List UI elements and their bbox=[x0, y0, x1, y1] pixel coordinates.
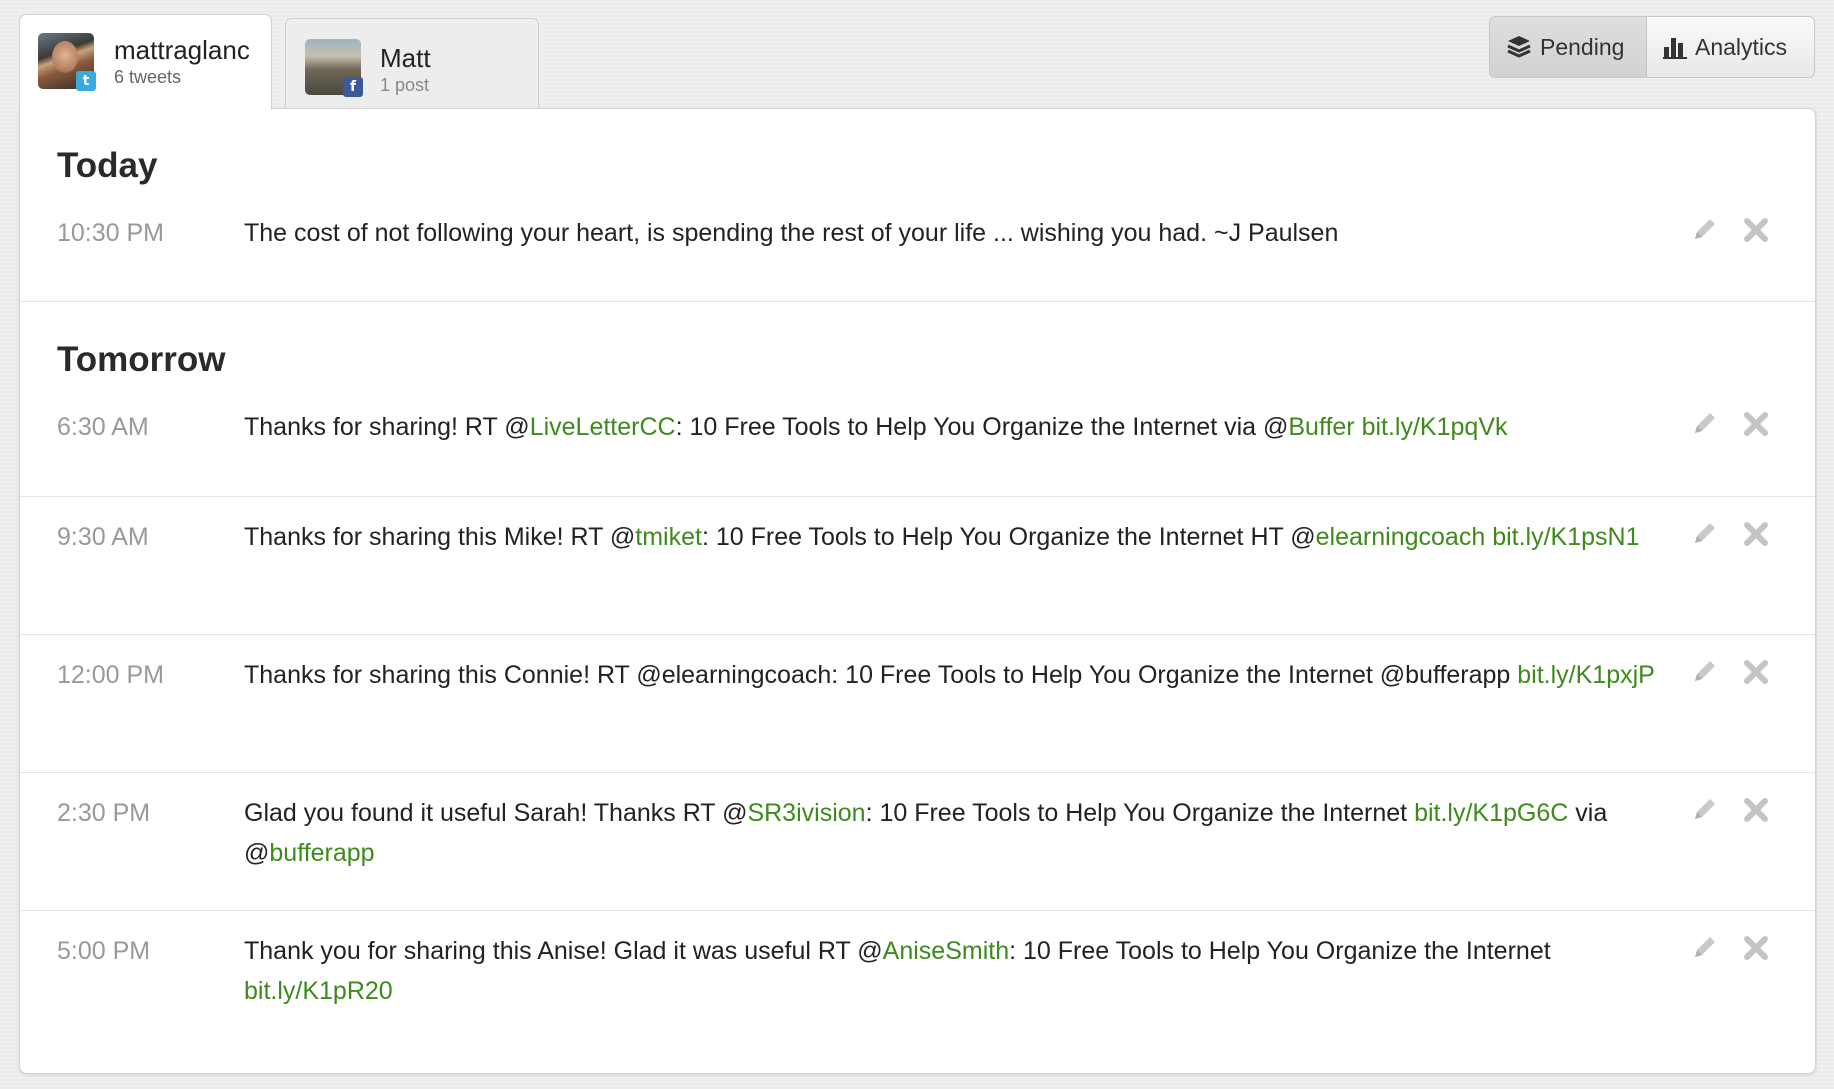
account-name: Matt bbox=[380, 43, 431, 73]
post-text-segment: Thanks for sharing this Mike! RT @ bbox=[244, 523, 636, 551]
post-link[interactable]: bit.ly/K1pqVk bbox=[1362, 413, 1508, 441]
post-text-segment: Glad you found it useful Sarah! Thanks R… bbox=[244, 799, 748, 827]
account-count: 6 tweets bbox=[114, 67, 182, 87]
post-row: 10:30 PM The cost of not following your … bbox=[20, 207, 1815, 302]
post-text: Thanks for sharing this Mike! RT @tmiket… bbox=[244, 517, 1664, 557]
post-row: 9:30 AM Thanks for sharing this Mike! RT… bbox=[20, 497, 1815, 635]
post-link[interactable]: tmiket bbox=[635, 523, 702, 551]
post-text: Thanks for sharing this Connie! RT @elea… bbox=[244, 655, 1664, 695]
post-text: Glad you found it useful Sarah! Thanks R… bbox=[244, 793, 1664, 873]
pencil-icon[interactable] bbox=[1689, 933, 1719, 963]
close-icon[interactable] bbox=[1741, 933, 1771, 963]
post-link[interactable]: AniseSmith bbox=[883, 937, 1009, 965]
post-link[interactable]: SR3ivision bbox=[747, 799, 865, 827]
post-link[interactable]: bit.ly/K1pxjP bbox=[1517, 661, 1655, 689]
post-text-segment: : 10 Free Tools to Help You Organize the… bbox=[701, 523, 1316, 551]
bar-chart-icon bbox=[1663, 35, 1687, 59]
post-link[interactable]: bit.ly/K1pR20 bbox=[244, 977, 393, 1005]
section-title-tomorrow: Tomorrow bbox=[57, 340, 226, 379]
post-text-segment: Thanks for sharing! RT @ bbox=[244, 413, 530, 441]
post-time: 2:30 PM bbox=[57, 799, 151, 827]
pending-button[interactable]: Pending bbox=[1490, 17, 1647, 77]
pending-label: Pending bbox=[1540, 33, 1625, 60]
post-time: 10:30 PM bbox=[57, 219, 165, 247]
post-text: Thank you for sharing this Anise! Glad i… bbox=[244, 931, 1664, 1011]
queue-panel: Today 10:30 PM The cost of not following… bbox=[19, 108, 1816, 1074]
post-actions bbox=[1689, 519, 1771, 549]
post-text-segment: Thank you for sharing this Anise! Glad i… bbox=[244, 937, 883, 965]
layers-icon bbox=[1506, 34, 1532, 60]
post-text-segment: : 10 Free Tools to Help You Organize the… bbox=[1009, 937, 1551, 965]
close-icon[interactable] bbox=[1741, 657, 1771, 687]
account-name: mattraglanc bbox=[114, 35, 250, 65]
post-time: 9:30 AM bbox=[57, 523, 149, 551]
post-link[interactable]: Buffer bbox=[1288, 413, 1354, 441]
post-actions bbox=[1689, 657, 1771, 687]
post-actions bbox=[1689, 795, 1771, 825]
pencil-icon[interactable] bbox=[1689, 657, 1719, 687]
analytics-label: Analytics bbox=[1695, 33, 1788, 60]
close-icon[interactable] bbox=[1741, 795, 1771, 825]
section-title-today: Today bbox=[57, 146, 158, 185]
post-row: 6:30 AM Thanks for sharing! RT @LiveLett… bbox=[20, 401, 1815, 497]
close-icon[interactable] bbox=[1741, 519, 1771, 549]
post-actions bbox=[1689, 933, 1771, 963]
post-text-segment bbox=[1355, 413, 1362, 441]
pencil-icon[interactable] bbox=[1689, 519, 1719, 549]
account-count: 1 post bbox=[380, 75, 430, 95]
view-toggle: Pending Analytics bbox=[1489, 16, 1815, 78]
post-text-segment: : 10 Free Tools to Help You Organize the… bbox=[865, 799, 1415, 827]
post-row: 5:00 PM Thank you for sharing this Anise… bbox=[20, 911, 1815, 1049]
post-link[interactable]: elearningcoach bbox=[1316, 523, 1486, 551]
post-link[interactable]: bit.ly/K1psN1 bbox=[1492, 523, 1639, 551]
post-text: Thanks for sharing! RT @LiveLetterCC: 10… bbox=[244, 407, 1664, 447]
post-text-segment: The cost of not following your heart, is… bbox=[244, 219, 1339, 247]
post-row: 12:00 PM Thanks for sharing this Connie!… bbox=[20, 635, 1815, 773]
post-text-segment: : 10 Free Tools to Help You Organize the… bbox=[675, 413, 1289, 441]
post-time: 5:00 PM bbox=[57, 937, 151, 965]
post-text-segment: Thanks for sharing this Connie! RT @elea… bbox=[244, 661, 1518, 689]
post-link[interactable]: bit.ly/K1pG6C bbox=[1414, 799, 1568, 827]
post-link[interactable]: LiveLetterCC bbox=[530, 413, 676, 441]
pencil-icon[interactable] bbox=[1689, 215, 1719, 245]
account-tab-facebook[interactable]: f Matt 1 post bbox=[285, 18, 539, 109]
post-actions bbox=[1689, 409, 1771, 439]
post-actions bbox=[1689, 215, 1771, 245]
account-tab-twitter[interactable]: t mattraglanc 6 tweets bbox=[19, 14, 272, 110]
post-text: The cost of not following your heart, is… bbox=[244, 213, 1664, 253]
facebook-icon: f bbox=[343, 77, 363, 97]
close-icon[interactable] bbox=[1741, 409, 1771, 439]
close-icon[interactable] bbox=[1741, 215, 1771, 245]
post-row: 2:30 PM Glad you found it useful Sarah! … bbox=[20, 773, 1815, 911]
post-time: 12:00 PM bbox=[57, 661, 165, 689]
analytics-button[interactable]: Analytics bbox=[1647, 17, 1814, 77]
twitter-icon: t bbox=[76, 71, 96, 91]
pencil-icon[interactable] bbox=[1689, 409, 1719, 439]
post-time: 6:30 AM bbox=[57, 413, 149, 441]
pencil-icon[interactable] bbox=[1689, 795, 1719, 825]
post-link[interactable]: bufferapp bbox=[269, 839, 374, 867]
